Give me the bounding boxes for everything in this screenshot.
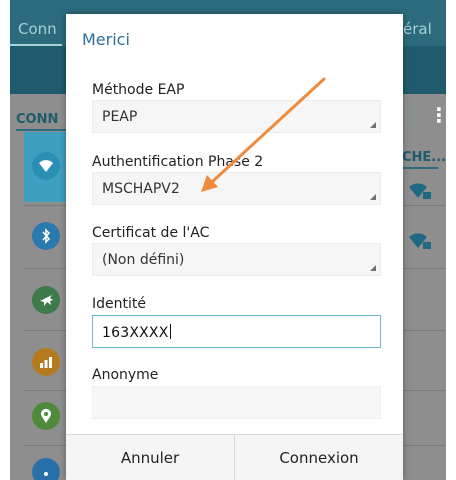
ca-certificate-label: Certificat de l'AC — [92, 225, 210, 241]
scan-label[interactable]: CHE... — [402, 150, 446, 165]
hotspot-icon[interactable] — [32, 458, 60, 480]
data-usage-icon[interactable] — [32, 348, 60, 376]
dropdown-corner-icon — [370, 265, 376, 271]
tab-connections[interactable]: Conn — [18, 20, 57, 38]
dialog-title: Merici — [82, 30, 130, 49]
location-icon[interactable] — [32, 402, 60, 430]
airplane-icon[interactable] — [32, 286, 60, 314]
secured-wifi-icon — [409, 233, 431, 249]
overflow-menu-icon[interactable]: ⋮ — [429, 103, 446, 127]
dialog-button-bar: Annuler Connexion — [66, 434, 403, 480]
identity-input[interactable]: 163XXXX — [92, 315, 381, 348]
wifi-icon[interactable] — [32, 152, 60, 180]
scan-underline — [402, 167, 438, 169]
action-divider — [410, 104, 411, 128]
ca-certificate-value: (Non défini) — [102, 252, 185, 268]
tab-general[interactable]: éral — [403, 20, 432, 38]
connect-button[interactable]: Connexion — [234, 435, 403, 480]
eap-method-select[interactable]: PEAP — [92, 100, 381, 133]
identity-value-wrap: 163XXXX — [102, 324, 171, 341]
text-cursor — [169, 324, 171, 339]
anonymous-input[interactable] — [92, 386, 381, 419]
section-underline — [16, 129, 66, 131]
secured-wifi-icon — [409, 183, 431, 199]
eap-method-value: PEAP — [102, 109, 138, 125]
anonymous-label: Anonyme — [92, 367, 159, 383]
phase2-auth-value: MSCHAPV2 — [102, 181, 180, 197]
dropdown-corner-icon — [370, 122, 376, 128]
cancel-button[interactable]: Annuler — [66, 435, 234, 480]
phase2-auth-label: Authentification Phase 2 — [92, 154, 264, 170]
identity-label: Identité — [92, 296, 146, 312]
network-config-dialog: Merici Méthode EAP PEAP Authentification… — [66, 14, 403, 480]
dropdown-corner-icon — [370, 194, 376, 200]
bluetooth-icon[interactable] — [32, 222, 60, 250]
eap-method-label: Méthode EAP — [92, 82, 185, 98]
identity-value: 163XXXX — [102, 325, 169, 341]
phase2-auth-select[interactable]: MSCHAPV2 — [92, 172, 381, 205]
ca-certificate-select[interactable]: (Non défini) — [92, 243, 381, 276]
section-title: CONN — [16, 112, 59, 127]
